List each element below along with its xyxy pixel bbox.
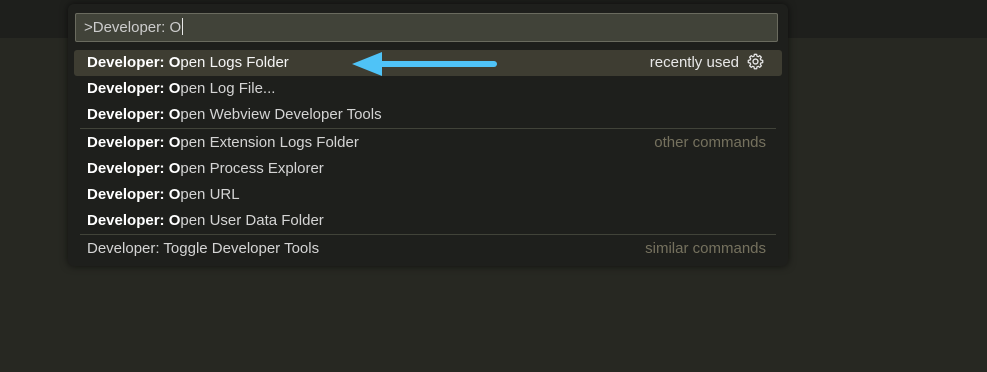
group-label-other-commands: other commands [654, 134, 766, 151]
command-item-open-user-data-folder[interactable]: Developer: Open User Data Folder [74, 208, 782, 234]
gear-icon[interactable] [747, 53, 764, 70]
command-match-prefix: Developer: O [87, 80, 181, 97]
command-match-prefix: Developer: O [87, 106, 181, 123]
command-item-open-extension-logs-folder[interactable]: Developer: Open Extension Logs Folder ot… [74, 130, 782, 156]
command-input[interactable]: >Developer: O [75, 13, 778, 42]
command-match-prefix: Developer: O [87, 54, 181, 71]
command-palette: >Developer: O Developer: Open Logs Folde… [68, 4, 788, 266]
command-label: pen Log File... [180, 80, 276, 97]
command-list: Developer: Open Logs Folder recently use… [74, 50, 782, 262]
command-match-prefix: Developer: O [87, 160, 181, 177]
command-item-open-url[interactable]: Developer: Open URL [74, 182, 782, 208]
command-item-open-process-explorer[interactable]: Developer: Open Process Explorer [74, 156, 782, 182]
command-match-prefix: Developer: O [87, 212, 181, 229]
command-match-prefix: Developer: O [87, 186, 181, 203]
group-separator [80, 128, 776, 129]
command-label: pen User Data Folder [180, 212, 324, 229]
command-label: pen Webview Developer Tools [180, 106, 382, 123]
command-item-open-log-file[interactable]: Developer: Open Log File... [74, 76, 782, 102]
recently-used-label: recently used [649, 54, 739, 71]
command-label: Developer: Toggle Developer Tools [87, 240, 320, 257]
group-label-similar-commands: similar commands [645, 240, 766, 257]
group-label-recently-used: recently used [650, 50, 764, 76]
annotation-arrow-icon [352, 52, 497, 76]
group-separator [80, 234, 776, 235]
command-label: pen URL [180, 186, 240, 203]
command-label: pen Extension Logs Folder [180, 134, 359, 151]
command-label: pen Logs Folder [180, 54, 289, 71]
command-match-prefix: Developer: O [87, 134, 181, 151]
command-item-open-webview-devtools[interactable]: Developer: Open Webview Developer Tools [74, 102, 782, 128]
command-item-toggle-developer-tools[interactable]: Developer: Toggle Developer Tools simila… [74, 236, 782, 262]
command-label: pen Process Explorer [180, 160, 324, 177]
command-input-value: >Developer: O [84, 19, 182, 36]
text-caret [182, 18, 184, 35]
